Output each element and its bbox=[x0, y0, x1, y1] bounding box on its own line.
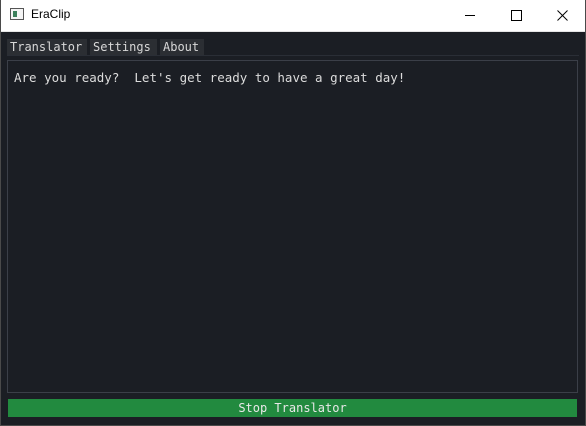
app-window: EraClip Translator Settings About Are yo… bbox=[0, 0, 586, 426]
maximize-button[interactable] bbox=[493, 0, 539, 31]
minimize-button[interactable] bbox=[447, 0, 493, 31]
tab-bar: Translator Settings About bbox=[1, 32, 585, 56]
maximize-icon bbox=[510, 10, 522, 21]
title-bar[interactable]: EraClip bbox=[1, 0, 585, 32]
close-button[interactable] bbox=[539, 0, 585, 31]
translation-text: Are you ready? Let's get ready to have a… bbox=[14, 70, 406, 85]
app-icon bbox=[10, 8, 24, 20]
tab-settings[interactable]: Settings bbox=[90, 39, 157, 55]
tab-about[interactable]: About bbox=[160, 39, 204, 55]
tab-divider bbox=[7, 55, 579, 56]
tab-translator[interactable]: Translator bbox=[7, 39, 87, 55]
minimize-icon bbox=[464, 15, 475, 16]
stop-translator-button[interactable]: Stop Translator bbox=[8, 399, 577, 417]
close-icon bbox=[556, 10, 568, 21]
window-title: EraClip bbox=[31, 7, 71, 21]
translation-panel[interactable]: Are you ready? Let's get ready to have a… bbox=[7, 60, 578, 393]
